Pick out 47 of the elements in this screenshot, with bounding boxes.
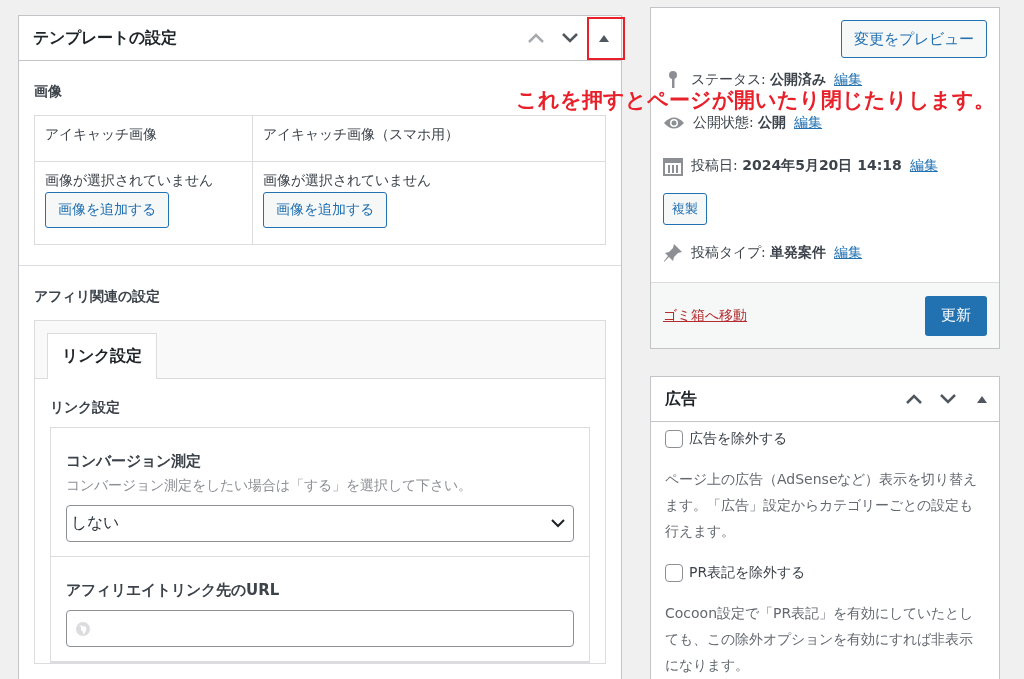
image-status-text: 画像が選択されていません bbox=[45, 172, 214, 190]
triangle-up-icon bbox=[977, 395, 987, 403]
settings-tab[interactable]: リンク設定 bbox=[47, 333, 157, 379]
url-input-field[interactable] bbox=[66, 610, 574, 647]
table-header-cell: アイキャッチ画像 bbox=[35, 116, 253, 162]
checkbox[interactable] bbox=[665, 564, 683, 582]
edit-link[interactable]: 編集 bbox=[909, 157, 938, 175]
edit-link[interactable]: 編集 bbox=[794, 114, 823, 132]
checkbox[interactable] bbox=[665, 430, 683, 448]
section-heading: アフィリ関連の設定 bbox=[34, 288, 160, 306]
checkbox-label: PR表記を除外する bbox=[689, 564, 806, 582]
field-description: コンバージョン測定をしたい場合は「する」を選択して下さい。 bbox=[66, 477, 473, 495]
pushpin-icon bbox=[663, 243, 683, 263]
calendar-icon bbox=[663, 156, 683, 176]
panel-title: 広告 bbox=[665, 388, 698, 410]
meta-text: 投稿日: 2024年5月20日 14:18 bbox=[691, 157, 902, 175]
update-button[interactable]: 更新 bbox=[925, 295, 987, 336]
triangle-up-icon bbox=[599, 34, 609, 42]
eye-icon bbox=[663, 116, 685, 130]
checkbox-label: 広告を除外する bbox=[689, 430, 787, 448]
globe-icon bbox=[75, 620, 91, 637]
option-description: ページ上の広告（AdSenseなど）表示を切り替えます。「広告」設定からカテゴリーごとの設定も行えます。 bbox=[665, 470, 979, 541]
panel-title: テンプレートの設定 bbox=[33, 27, 178, 49]
chevron-down-icon bbox=[551, 519, 565, 528]
edit-link[interactable]: 編集 bbox=[834, 244, 863, 262]
meta-text: ステータス: 公開済み bbox=[691, 71, 827, 89]
table-header-cell: アイキャッチ画像（スマホ用） bbox=[253, 116, 605, 162]
subsection-heading: リンク設定 bbox=[50, 399, 120, 417]
chevron-down-icon bbox=[561, 32, 579, 44]
chevron-up-icon bbox=[527, 32, 545, 44]
annotation-text: これを押すとページが開いたり閉じたりします。 bbox=[516, 87, 995, 114]
add-image-button[interactable]: 画像を追加する bbox=[263, 192, 387, 228]
meta-text: 公開状態: 公開 bbox=[693, 114, 787, 132]
add-image-button[interactable]: 画像を追加する bbox=[45, 192, 169, 228]
chevron-up-icon bbox=[905, 393, 923, 405]
edit-link[interactable]: 編集 bbox=[834, 71, 863, 89]
trash-link[interactable]: ゴミ箱へ移動 bbox=[663, 306, 747, 325]
field-label: コンバージョン測定 bbox=[66, 452, 202, 471]
field-label: アフィリエイトリンク先のURL bbox=[66, 581, 281, 600]
section-heading: 画像 bbox=[34, 83, 62, 101]
chevron-down-icon bbox=[939, 393, 957, 405]
option-description: Cocoon設定で「PR表記」を有効にしていたとしても、この除外オプションを有効にすれば非表示になります。 bbox=[665, 604, 975, 675]
image-status-text: 画像が選択されていません bbox=[263, 172, 432, 190]
conversion-select[interactable]: しない bbox=[66, 505, 574, 542]
duplicate-button[interactable]: 複製 bbox=[663, 193, 707, 225]
preview-button[interactable]: 変更をプレビュー bbox=[841, 20, 987, 58]
meta-text: 投稿タイプ: 単発案件 bbox=[691, 244, 827, 262]
